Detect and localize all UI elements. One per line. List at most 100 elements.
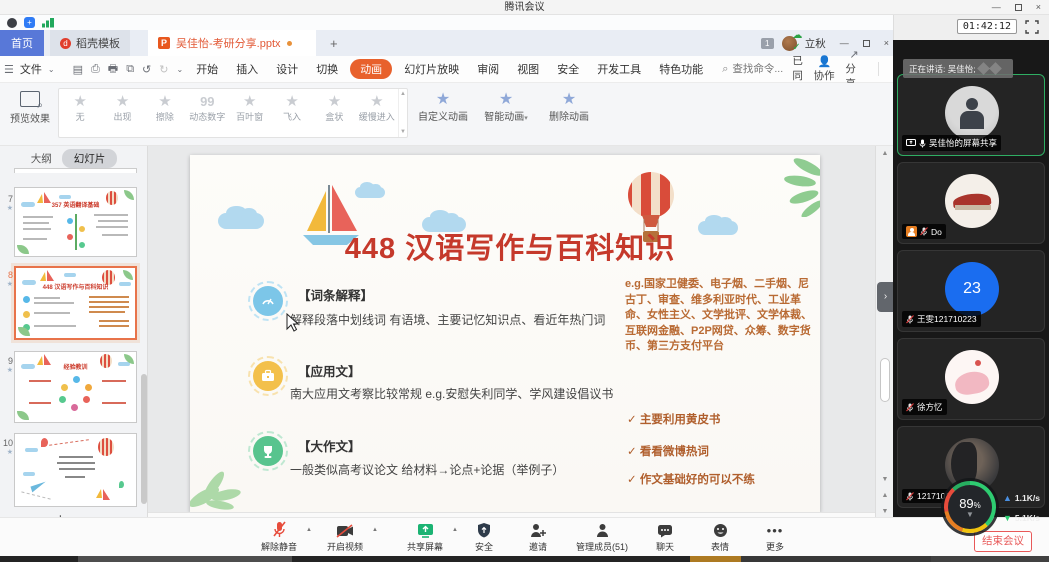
section-body[interactable]: 一般类似高考议论文 给材料→论点+论据（举例子）: [290, 461, 640, 478]
section-heading[interactable]: 【词条解释】: [298, 285, 373, 304]
section-body[interactable]: 解释段落中划线词 有语境、主要记忆知识点、看近年热门词: [290, 311, 640, 328]
section-body[interactable]: 南大应用文考察比较常规 e.g.安慰失利同学、学风建设倡议书: [290, 385, 640, 402]
next-slide-icon[interactable]: ▼: [876, 508, 894, 515]
collaborate-button[interactable]: 👤协作: [814, 55, 836, 83]
menu-item-start[interactable]: 开始: [187, 61, 227, 77]
more-button[interactable]: ••• 更多: [753, 521, 797, 553]
anim-dynamic-number[interactable]: 动态数字: [186, 89, 228, 137]
notification-badge[interactable]: 1: [761, 38, 774, 49]
info-icon[interactable]: [7, 18, 17, 28]
tab-home[interactable]: 首页: [0, 30, 44, 56]
print-icon[interactable]: 🖶: [108, 60, 118, 79]
participant-tile[interactable]: Do: [897, 162, 1045, 244]
menu-item-transition[interactable]: 切换: [307, 61, 347, 77]
manage-members-button[interactable]: 管理成员(51): [566, 521, 638, 553]
caret-up-icon[interactable]: ▲: [306, 527, 312, 533]
more-commands-icon[interactable]: ⌄: [176, 65, 183, 74]
menu-item-design[interactable]: 设计: [267, 61, 307, 77]
share-screen-button[interactable]: 共享屏幕 ▲: [396, 521, 454, 553]
deco-line: [89, 311, 125, 313]
participant-tile[interactable]: 23 王雯121710223: [897, 250, 1045, 332]
anim-fly-in[interactable]: 飞入: [271, 89, 313, 137]
invite-button[interactable]: 邀请: [516, 521, 560, 553]
side-note-text[interactable]: e.g.国家卫健委、电子烟、二手烟、尼古丁、审查、维多利亚时代、工业革命、女性主…: [625, 277, 817, 355]
file-menu[interactable]: 文件: [18, 61, 44, 77]
check-item[interactable]: 作文基础好的可以不练: [627, 471, 755, 487]
scroll-down-icon[interactable]: ▼: [876, 476, 894, 483]
minimize-icon[interactable]: —: [992, 3, 1001, 12]
participant-tile-screenshare[interactable]: 吴佳怡的屏幕共享: [897, 74, 1045, 156]
scroll-up-icon[interactable]: ▲: [876, 150, 894, 157]
caret-up-icon[interactable]: ▲: [372, 527, 378, 533]
anim-appear[interactable]: 出现: [101, 89, 143, 137]
tab-document[interactable]: P 吴佳怡-考研分享.pptx: [148, 30, 316, 56]
menu-item-insert[interactable]: 插入: [227, 61, 267, 77]
anim-none[interactable]: 无: [59, 89, 101, 137]
export-icon[interactable]: ⎙: [91, 63, 100, 76]
slide-thumbnail-10[interactable]: [14, 433, 137, 507]
chat-button[interactable]: 聊天: [643, 521, 687, 553]
check-item[interactable]: 主要利用黄皮书: [627, 411, 720, 427]
menu-item-security[interactable]: 安全: [548, 61, 588, 77]
slide-thumbnail-7[interactable]: 357 英语翻译基础: [14, 187, 137, 257]
check-item[interactable]: 看看微博热词: [627, 443, 709, 459]
end-meeting-button[interactable]: 结束会议: [974, 531, 1032, 552]
tab-outline[interactable]: 大纲: [31, 151, 52, 166]
star-icon: [144, 94, 186, 110]
restore-icon[interactable]: [1015, 4, 1022, 11]
panel-collapse-tab[interactable]: ›: [877, 282, 894, 312]
unmute-button[interactable]: 解除静音 ▲: [250, 521, 308, 553]
emoji-button[interactable]: 表情: [698, 521, 742, 553]
battery-ring: 89% ▼: [944, 481, 996, 533]
deco-line: [96, 226, 128, 228]
command-search[interactable]: ⌕: [722, 62, 792, 76]
section-heading[interactable]: 【大作文】: [298, 436, 361, 455]
hamburger-icon[interactable]: ☰: [4, 63, 14, 76]
tab-slides[interactable]: 幻灯片: [62, 149, 118, 168]
menu-item-review[interactable]: 审阅: [468, 61, 508, 77]
slide-number: 7: [2, 194, 13, 204]
security-button[interactable]: 安全: [462, 521, 506, 553]
custom-animation-button[interactable]: 自定义动画: [415, 91, 471, 123]
scrollbar-thumb[interactable]: [880, 358, 890, 402]
participant-tile[interactable]: 徐方忆: [897, 338, 1045, 420]
taskbar-segment: [741, 556, 931, 562]
preview-effect-button[interactable]: 预览效果: [8, 91, 52, 125]
shield-plus-icon[interactable]: +: [24, 17, 35, 28]
caret-up-icon[interactable]: ▲: [452, 527, 458, 533]
slide-page[interactable]: 448 汉语写作与百科知识 【词条解释】 解释段落中划线词 有语境、主要记忆知识…: [190, 155, 820, 512]
anim-wipe[interactable]: 擦除: [144, 89, 186, 137]
tab-docer[interactable]: d 稻壳模板: [50, 30, 130, 56]
menu-item-view[interactable]: 视图: [508, 61, 548, 77]
menu-item-devtools[interactable]: 开发工具: [588, 61, 650, 77]
undo-icon[interactable]: ↺: [142, 63, 151, 76]
menu-item-slideshow[interactable]: 幻灯片放映: [395, 61, 468, 77]
search-icon: ⌕: [722, 63, 728, 76]
search-input[interactable]: [730, 62, 792, 76]
redo-icon[interactable]: ↻: [159, 63, 168, 76]
smart-animation-button[interactable]: 智能动画▾: [478, 91, 534, 123]
gallery-scrollbar[interactable]: ▲▼: [398, 89, 407, 137]
slide-6-thumbnail-edge: [14, 168, 137, 173]
thumbnail-scrollbar[interactable]: [141, 374, 147, 504]
close-icon[interactable]: ×: [1036, 3, 1041, 12]
print-preview-icon[interactable]: ⧉: [126, 63, 134, 76]
section-heading[interactable]: 【应用文】: [298, 361, 361, 380]
anim-blinds[interactable]: 百叶窗: [229, 89, 271, 137]
ellipsis-icon: •••: [753, 521, 797, 538]
new-tab-button[interactable]: +: [330, 36, 338, 51]
slide-thumbnail-9[interactable]: 经验教训: [14, 351, 137, 423]
previous-slide-icon[interactable]: ▲: [876, 492, 894, 499]
fullscreen-icon[interactable]: [1025, 20, 1039, 34]
taskbar-strip: [0, 556, 1049, 562]
delete-animation-button[interactable]: 删除动画: [541, 91, 597, 123]
menu-item-features[interactable]: 特色功能: [650, 61, 712, 77]
anim-slow-enter[interactable]: 缓慢进入: [356, 89, 398, 137]
save-icon[interactable]: ▤: [73, 63, 83, 76]
slide-title[interactable]: 448 汉语写作与百科知识: [305, 225, 715, 267]
anim-box[interactable]: 盒状: [313, 89, 355, 137]
menu-item-animation-active[interactable]: 动画: [350, 59, 392, 79]
star-icon: [271, 94, 313, 110]
slide-thumbnail-8-selected[interactable]: 448 汉语写作与百科知识: [14, 266, 137, 340]
start-video-button[interactable]: 开启视频 ▲: [316, 521, 374, 553]
